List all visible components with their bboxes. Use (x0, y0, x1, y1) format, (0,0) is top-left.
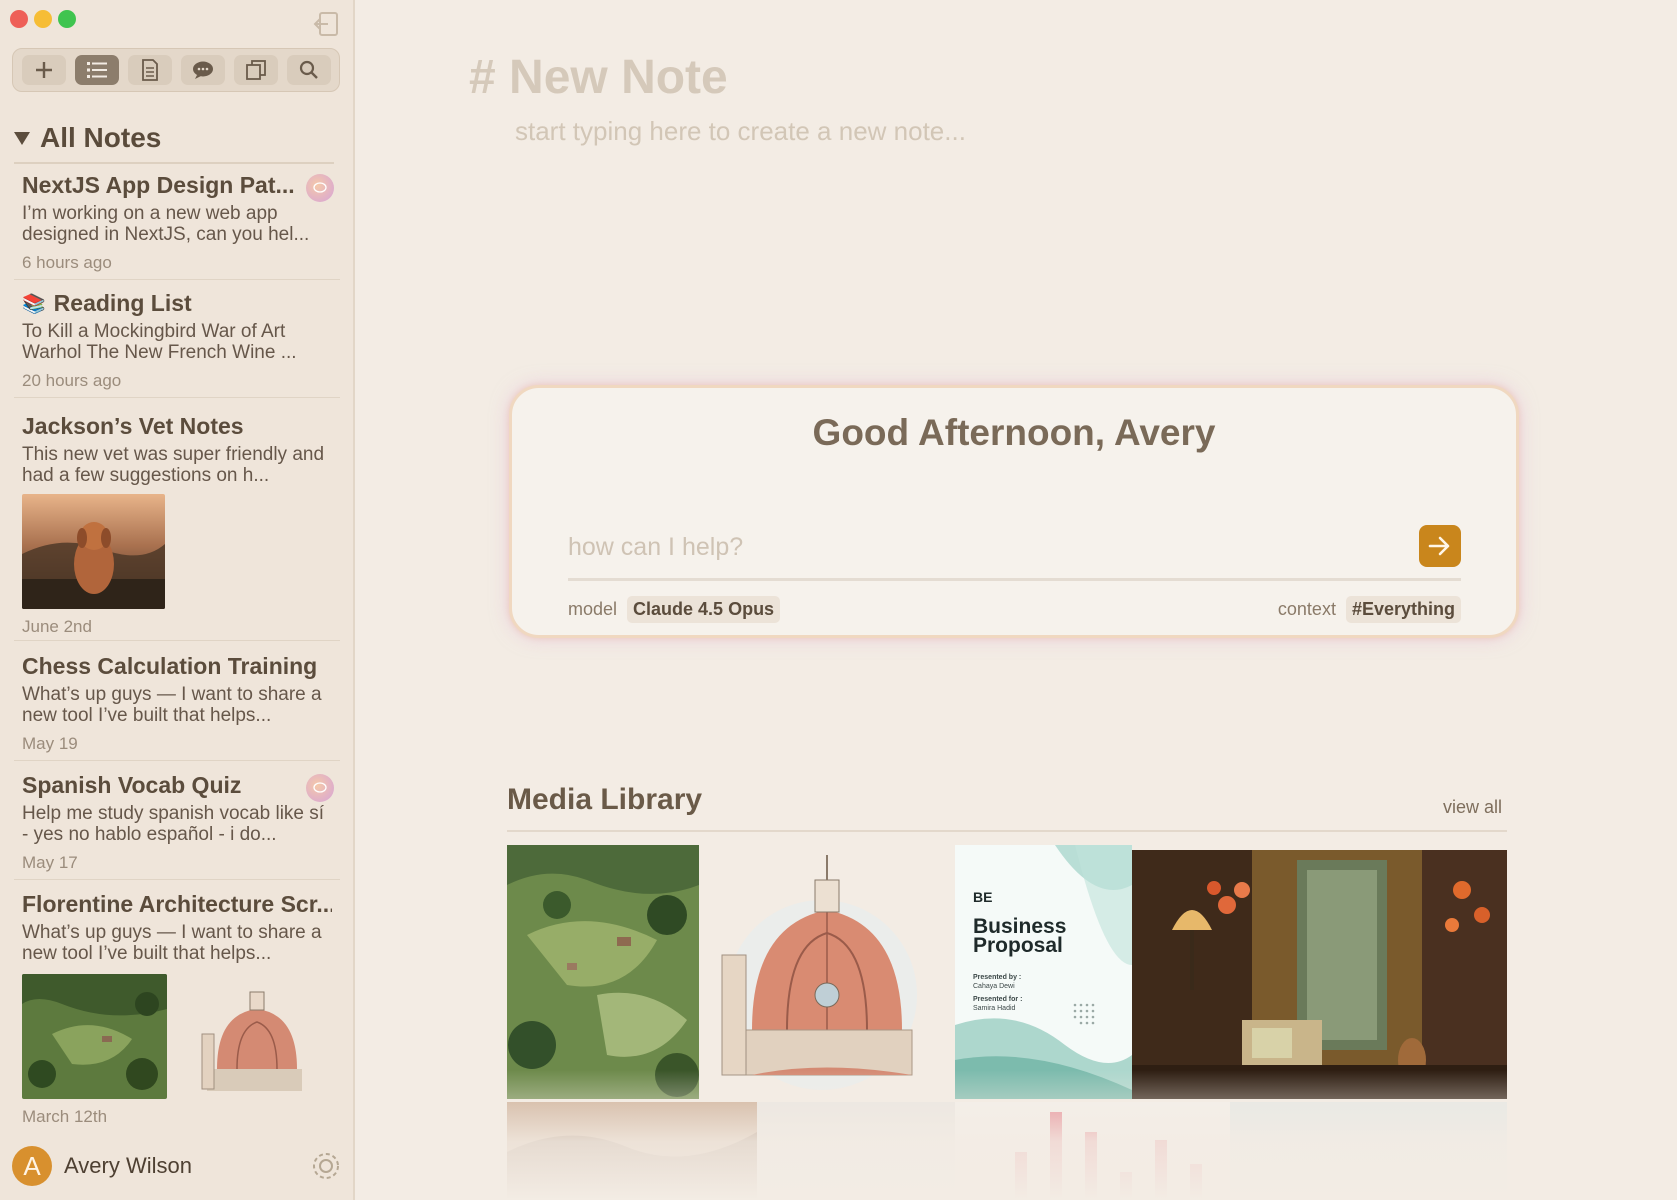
chat-indicator-icon (306, 774, 334, 802)
input-underline (568, 578, 1461, 581)
note-body-editor[interactable]: start typing here to create a new note..… (515, 116, 966, 147)
note-date: May 19 (22, 734, 78, 753)
media-tile-faded-3[interactable] (1230, 1102, 1507, 1200)
proposal-logo: BE (973, 889, 993, 905)
avatar[interactable]: A (12, 1146, 52, 1186)
assistant-card: Good Afternoon, Avery model Claude 4.5 O… (509, 385, 1519, 638)
context-label: context (1277, 599, 1336, 619)
gallery-button[interactable] (233, 55, 278, 85)
assistant-prompt-input[interactable] (568, 533, 1418, 562)
view-all-link[interactable]: view all (1443, 797, 1502, 818)
note-item[interactable]: Jackson’s Vet Notes This new vet was sup… (14, 413, 340, 641)
arrow-right-icon (1428, 536, 1450, 556)
document-icon (141, 59, 158, 81)
note-date: May 17 (22, 853, 78, 872)
note-preview: What’s up guys — I want to share a new t… (22, 922, 322, 964)
note-title: Spanish Vocab Quiz (22, 772, 242, 798)
list-view-button[interactable] (74, 55, 119, 85)
note-title-input[interactable]: # New Note (469, 50, 728, 105)
list-icon (86, 62, 107, 78)
note-title: 📚 Reading List (22, 290, 192, 316)
proposal-credits: Presented by : Cahaya Dewi Presented for… (973, 974, 1023, 1012)
media-tile-business-proposal[interactable]: BE Business Proposal Presented by : Caha… (955, 845, 1132, 1099)
note-title: Florentine Architecture Scr... (22, 891, 332, 917)
user-name: Avery Wilson (64, 1153, 192, 1178)
note-item[interactable]: Spanish Vocab Quiz Help me study spanish… (14, 772, 340, 880)
disclosure-triangle-icon[interactable] (14, 131, 30, 145)
new-note-button[interactable] (21, 55, 66, 85)
note-item[interactable]: NextJS App Design Pat... I’m working on … (14, 172, 340, 280)
media-tile-faded-chart[interactable] (955, 1102, 1230, 1200)
note-preview: Help me study spanish vocab like sí - ye… (22, 803, 325, 845)
zoom-window-button[interactable] (58, 10, 76, 28)
note-preview: This new vet was super friendly and had … (22, 444, 325, 486)
note-preview: To Kill a Mockingbird War of Art Warhol … (22, 321, 297, 363)
minimize-window-button[interactable] (34, 10, 52, 28)
chat-icon (192, 61, 213, 79)
search-button[interactable] (286, 55, 331, 85)
note-item[interactable]: 📚 Reading List To Kill a Mockingbird War… (14, 290, 340, 398)
note-date: June 2nd (22, 617, 92, 636)
greeting: Good Afternoon, Avery (812, 412, 1216, 453)
context-selector[interactable]: #Everything (1345, 596, 1461, 623)
sidebar: All Notes NextJS App Design Pat... I’m w… (0, 0, 355, 1200)
note-title: NextJS App Design Pat... (22, 172, 295, 198)
note-date: March 12th (22, 1107, 108, 1126)
note-date: 6 hours ago (22, 253, 112, 272)
note-date: 20 hours ago (22, 371, 122, 390)
duomo-sketch-thumbnail[interactable] (197, 974, 307, 1099)
user-profile[interactable]: A Avery Wilson (12, 1146, 342, 1186)
media-library-title: Media Library (507, 783, 703, 816)
all-notes-header[interactable]: All Notes (14, 122, 334, 164)
sidebar-collapse-icon (313, 12, 338, 36)
proposal-title: Business Proposal (973, 915, 1067, 957)
dog-photo-thumbnail[interactable] (22, 494, 165, 609)
copy-icon (245, 60, 266, 80)
media-tile-faded-1[interactable] (507, 1102, 757, 1200)
plus-icon (35, 62, 52, 78)
note-item[interactable]: Chess Calculation Training What’s up guy… (14, 653, 340, 761)
documents-button[interactable] (127, 55, 172, 85)
media-tile-vintage-interior[interactable] (1132, 850, 1507, 1099)
assistant-options: model Claude 4.5 Opus context #Everythin… (568, 596, 1461, 623)
chat-indicator-icon (306, 174, 334, 202)
collapse-sidebar-button[interactable] (312, 10, 340, 38)
note-title: Jackson’s Vet Notes (22, 413, 244, 439)
note-preview: What’s up guys — I want to share a new t… (22, 684, 322, 726)
note-title: Chess Calculation Training (22, 653, 318, 679)
books-emoji-icon: 📚 (22, 293, 46, 315)
all-notes-title: All Notes (40, 122, 162, 153)
sidebar-toolbar (12, 48, 340, 92)
model-label: model (568, 599, 618, 619)
media-tile-faded-2[interactable] (757, 1102, 955, 1200)
note-item[interactable]: Florentine Architecture Scr... What’s up… (14, 891, 340, 1127)
model-selector[interactable]: Claude 4.5 Opus (627, 596, 781, 623)
chats-button[interactable] (180, 55, 225, 85)
main-content: # New Note start typing here to create a… (357, 0, 1677, 1200)
note-thumbnails (22, 974, 332, 1099)
media-tile-duomo-sketch[interactable] (712, 845, 922, 1099)
search-icon (299, 60, 318, 79)
note-preview: I’m working on a new web app designed in… (22, 203, 310, 245)
media-divider (507, 830, 1507, 832)
window-controls (10, 10, 76, 28)
send-button[interactable] (1419, 525, 1461, 567)
gear-icon[interactable] (310, 1150, 342, 1182)
media-tile-aerial-landscape[interactable] (507, 845, 699, 1099)
aerial-landscape-thumbnail[interactable] (22, 974, 167, 1099)
close-window-button[interactable] (10, 10, 28, 28)
